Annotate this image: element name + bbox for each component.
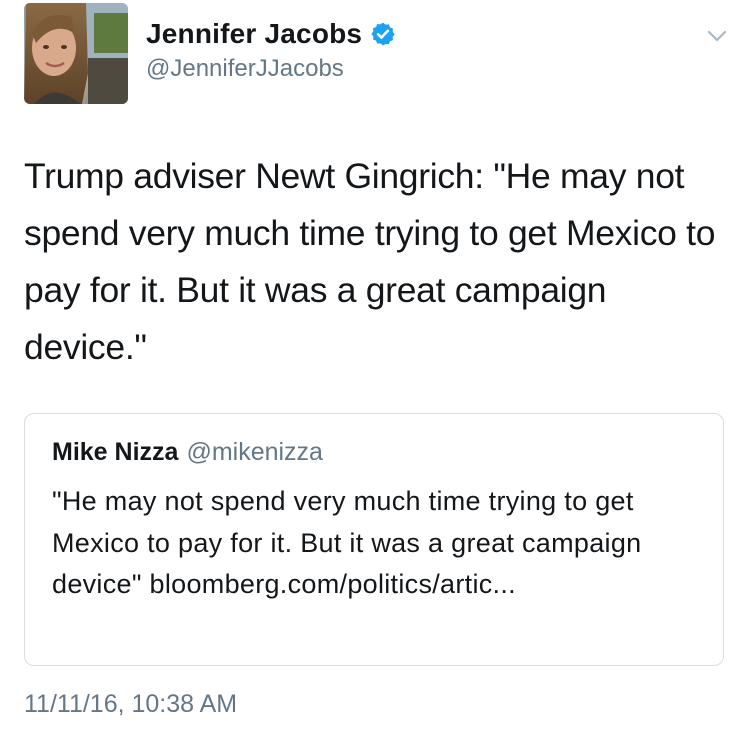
author-display-name[interactable]: Jennifer Jacobs	[146, 18, 362, 50]
quoted-author-name: Mike Nizza	[52, 438, 179, 466]
avatar[interactable]	[24, 3, 128, 104]
verified-badge-icon	[371, 22, 395, 46]
author-name-row[interactable]: Jennifer Jacobs	[146, 14, 396, 54]
quoted-author-handle: @mikenizza	[186, 438, 323, 466]
quoted-tweet-card[interactable]: Mike Nizza @mikenizza "He may not spend v…	[24, 413, 724, 666]
author-handle[interactable]: @JenniferJJacobs	[146, 55, 344, 83]
tweet-timestamp[interactable]: 11/11/16, 10:38 AM	[24, 690, 237, 719]
chevron-down-icon[interactable]	[706, 25, 728, 47]
quoted-tweet-header: Mike Nizza @mikenizza	[52, 438, 323, 467]
tweet-text: Trump adviser Newt Gingrich: "He may not…	[24, 156, 716, 367]
quoted-tweet-text: "He may not spend very much time trying …	[52, 486, 642, 599]
avatar-photo	[24, 3, 128, 104]
